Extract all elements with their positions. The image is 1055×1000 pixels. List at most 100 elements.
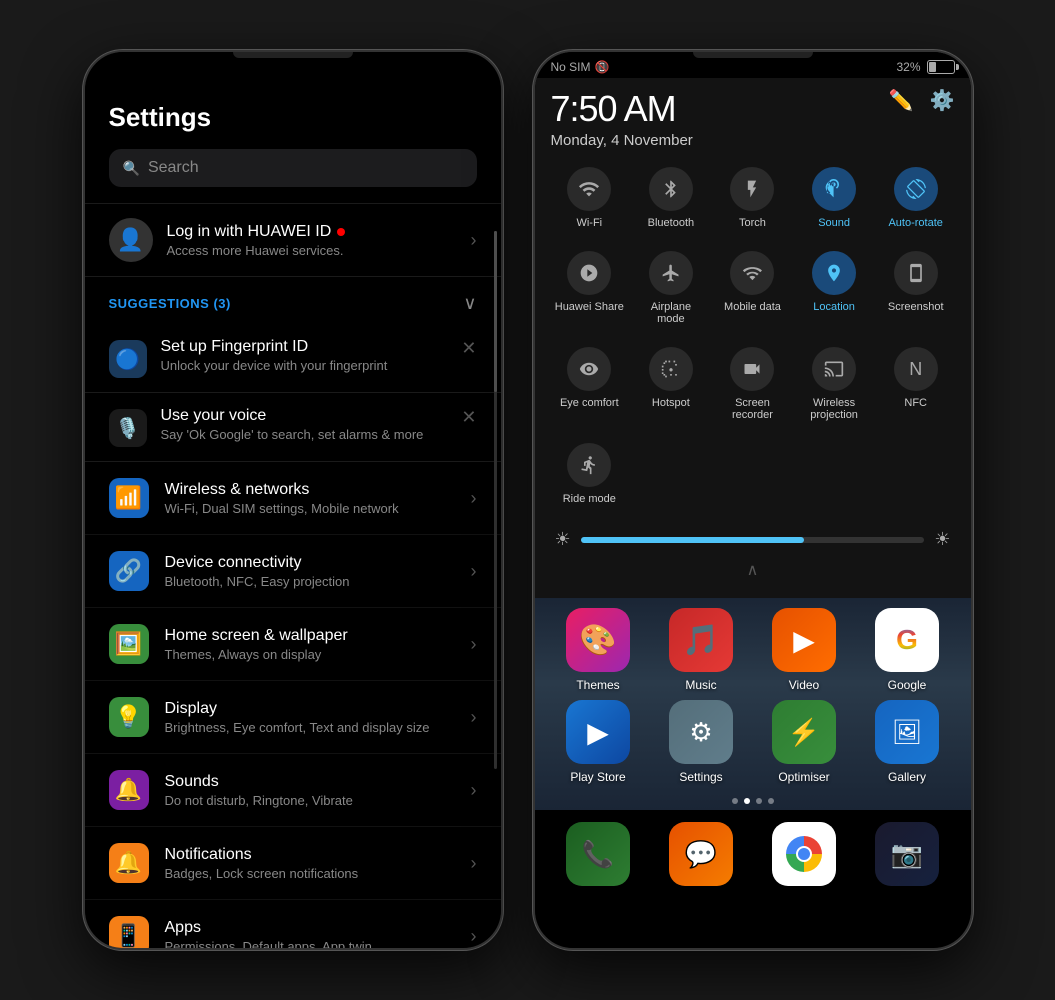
settings-title: Settings xyxy=(109,102,477,133)
app-music[interactable]: 🎵 Music xyxy=(654,608,749,692)
collapse-icon[interactable]: ∨ xyxy=(463,293,476,314)
apps-text: Apps Permissions, Default apps, App twin xyxy=(165,919,455,949)
torch-label: Torch xyxy=(739,217,766,229)
brightness-row: ☀ ☀ xyxy=(551,521,955,560)
toggle-mobile-data[interactable]: Mobile data xyxy=(714,241,792,333)
toggle-airplane[interactable]: Airplane mode xyxy=(632,241,710,333)
notifications-icon: 🔔 xyxy=(109,843,149,883)
settings-sounds[interactable]: 🔔 Sounds Do not disturb, Ringtone, Vibra… xyxy=(85,754,501,827)
screen-recorder-icon xyxy=(730,347,774,391)
app-google[interactable]: G Google xyxy=(860,608,955,692)
toggle-eye-comfort[interactable]: Eye comfort xyxy=(551,337,629,429)
app-row-1: 🎨 Themes 🎵 Music ▶ Video G xyxy=(551,608,955,692)
dot-4 xyxy=(768,798,774,804)
homescreen-text: Home screen & wallpaper Themes, Always o… xyxy=(165,627,455,662)
chevron-apps: › xyxy=(471,926,477,947)
settings2-app-icon: ⚙ xyxy=(669,700,733,764)
toggle-screen-recorder[interactable]: Screen recorder xyxy=(714,337,792,429)
suggestion-fingerprint-title: Set up Fingerprint ID xyxy=(161,338,477,356)
toggle-sound[interactable]: Sound xyxy=(795,157,873,237)
app-optimiser[interactable]: ⚡ Optimiser xyxy=(757,700,852,784)
suggestion-voice-sub: Say 'Ok Google' to search, set alarms & … xyxy=(161,427,477,442)
dock-messages[interactable]: 💬 xyxy=(654,822,749,886)
dock-camera[interactable]: 📷 xyxy=(860,822,955,886)
suggestions-label: SUGGESTIONS (3) xyxy=(109,296,231,311)
sounds-text: Sounds Do not disturb, Ringtone, Vibrate xyxy=(165,773,455,808)
search-bar[interactable]: 🔍 Search xyxy=(109,149,477,187)
toggle-autorotate[interactable]: Auto-rotate xyxy=(877,157,955,237)
toggle-torch[interactable]: Torch xyxy=(714,157,792,237)
nfc-label: NFC xyxy=(904,397,927,409)
status-left: No SIM 📵 xyxy=(551,60,610,74)
toggle-hotspot[interactable]: Hotspot xyxy=(632,337,710,429)
battery-percent: 32% xyxy=(896,60,920,74)
chevron-wireless: › xyxy=(471,488,477,509)
dock-row: 📞 💬 📷 xyxy=(535,810,971,902)
settings-notifications[interactable]: 🔔 Notifications Badges, Lock screen noti… xyxy=(85,827,501,900)
themes-app-icon: 🎨 xyxy=(566,608,630,672)
edit-icon[interactable]: ✏️ xyxy=(889,88,914,113)
airplane-label: Airplane mode xyxy=(636,301,706,325)
status-bar: No SIM 📵 32% xyxy=(535,52,971,78)
toggle-wifi[interactable]: Wi-Fi xyxy=(551,157,629,237)
suggestion-voice[interactable]: 🎙️ Use your voice Say 'Ok Google' to sea… xyxy=(85,393,501,462)
settings2-label: Settings xyxy=(679,770,722,784)
suggestion-fingerprint-sub: Unlock your device with your fingerprint xyxy=(161,358,477,373)
dock-chrome[interactable] xyxy=(757,822,852,886)
page-dots xyxy=(551,792,955,810)
settings-device[interactable]: 🔗 Device connectivity Bluetooth, NFC, Ea… xyxy=(85,535,501,608)
chevron-notifications: › xyxy=(471,853,477,874)
phone-dock-icon: 📞 xyxy=(566,822,630,886)
wireless-text: Wireless & networks Wi-Fi, Dual SIM sett… xyxy=(165,481,455,516)
settings-screen: Settings 🔍 Search 👤 Log in with HUAWEI I… xyxy=(85,52,501,948)
toggle-ride-mode[interactable]: Ride mode xyxy=(551,433,629,513)
huawei-share-label: Huawei Share xyxy=(555,301,624,313)
scroll-thumb xyxy=(494,231,497,392)
toggle-bluetooth[interactable]: Bluetooth xyxy=(632,157,710,237)
time-big: 7:50 AM xyxy=(551,88,693,130)
brightness-fill xyxy=(581,537,804,543)
app-video[interactable]: ▶ Video xyxy=(757,608,852,692)
brightness-track[interactable] xyxy=(581,537,925,543)
settings-wireless[interactable]: 📶 Wireless & networks Wi-Fi, Dual SIM se… xyxy=(85,462,501,535)
chrome-center xyxy=(796,846,812,862)
suggestion-fingerprint-text: Set up Fingerprint ID Unlock your device… xyxy=(161,338,477,373)
app-settings2[interactable]: ⚙ Settings xyxy=(654,700,749,784)
app-playstore[interactable]: ▶ Play Store xyxy=(551,700,646,784)
settings-display[interactable]: 💡 Display Brightness, Eye comfort, Text … xyxy=(85,681,501,754)
drawer-handle[interactable]: ∧ xyxy=(551,560,955,584)
toggle-nfc[interactable]: N NFC xyxy=(877,337,955,429)
display-icon: 💡 xyxy=(109,697,149,737)
battery-indicator xyxy=(927,60,955,74)
app-gallery[interactable]: 🖼 Gallery xyxy=(860,700,955,784)
close-suggestion-2[interactable]: ✕ xyxy=(461,407,476,428)
toggle-huawei-share[interactable]: Huawei Share xyxy=(551,241,629,333)
screenshot-toggle-icon xyxy=(894,251,938,295)
wifi-toggle-icon xyxy=(567,167,611,211)
device-text: Device connectivity Bluetooth, NFC, Easy… xyxy=(165,554,455,589)
eye-comfort-icon xyxy=(567,347,611,391)
dock-phone[interactable]: 📞 xyxy=(551,822,646,886)
display-text: Display Brightness, Eye comfort, Text an… xyxy=(165,700,455,735)
scroll-indicator[interactable] xyxy=(494,231,497,769)
quick-toggles-grid: Wi-Fi Bluetooth Torch xyxy=(551,157,955,513)
settings-gear-icon[interactable]: ⚙️ xyxy=(930,88,955,113)
toggle-wireless-projection[interactable]: Wireless projection xyxy=(795,337,873,429)
suggestion-voice-text: Use your voice Say 'Ok Google' to search… xyxy=(161,407,477,442)
search-placeholder: Search xyxy=(148,159,199,177)
wifi-label: Wi-Fi xyxy=(576,217,602,229)
close-suggestion-1[interactable]: ✕ xyxy=(461,338,476,359)
toggle-location[interactable]: Location xyxy=(795,241,873,333)
settings-apps[interactable]: 📱 Apps Permissions, Default apps, App tw… xyxy=(85,900,501,948)
home-screen: No SIM 📵 32% 7:50 AM Monday, 4 No xyxy=(535,52,971,948)
suggestion-fingerprint[interactable]: 🔵 Set up Fingerprint ID Unlock your devi… xyxy=(85,324,501,393)
phones-container: Settings 🔍 Search 👤 Log in with HUAWEI I… xyxy=(63,30,993,970)
huawei-id-row[interactable]: 👤 Log in with HUAWEI ID Access more Huaw… xyxy=(85,203,501,277)
autorotate-label: Auto-rotate xyxy=(888,217,942,229)
toggle-screenshot[interactable]: Screenshot xyxy=(877,241,955,333)
app-themes[interactable]: 🎨 Themes xyxy=(551,608,646,692)
settings-header: Settings 🔍 Search xyxy=(85,92,501,203)
settings-homescreen[interactable]: 🖼️ Home screen & wallpaper Themes, Alway… xyxy=(85,608,501,681)
phone2-frame: No SIM 📵 32% 7:50 AM Monday, 4 No xyxy=(533,50,973,950)
homescreen-icon: 🖼️ xyxy=(109,624,149,664)
